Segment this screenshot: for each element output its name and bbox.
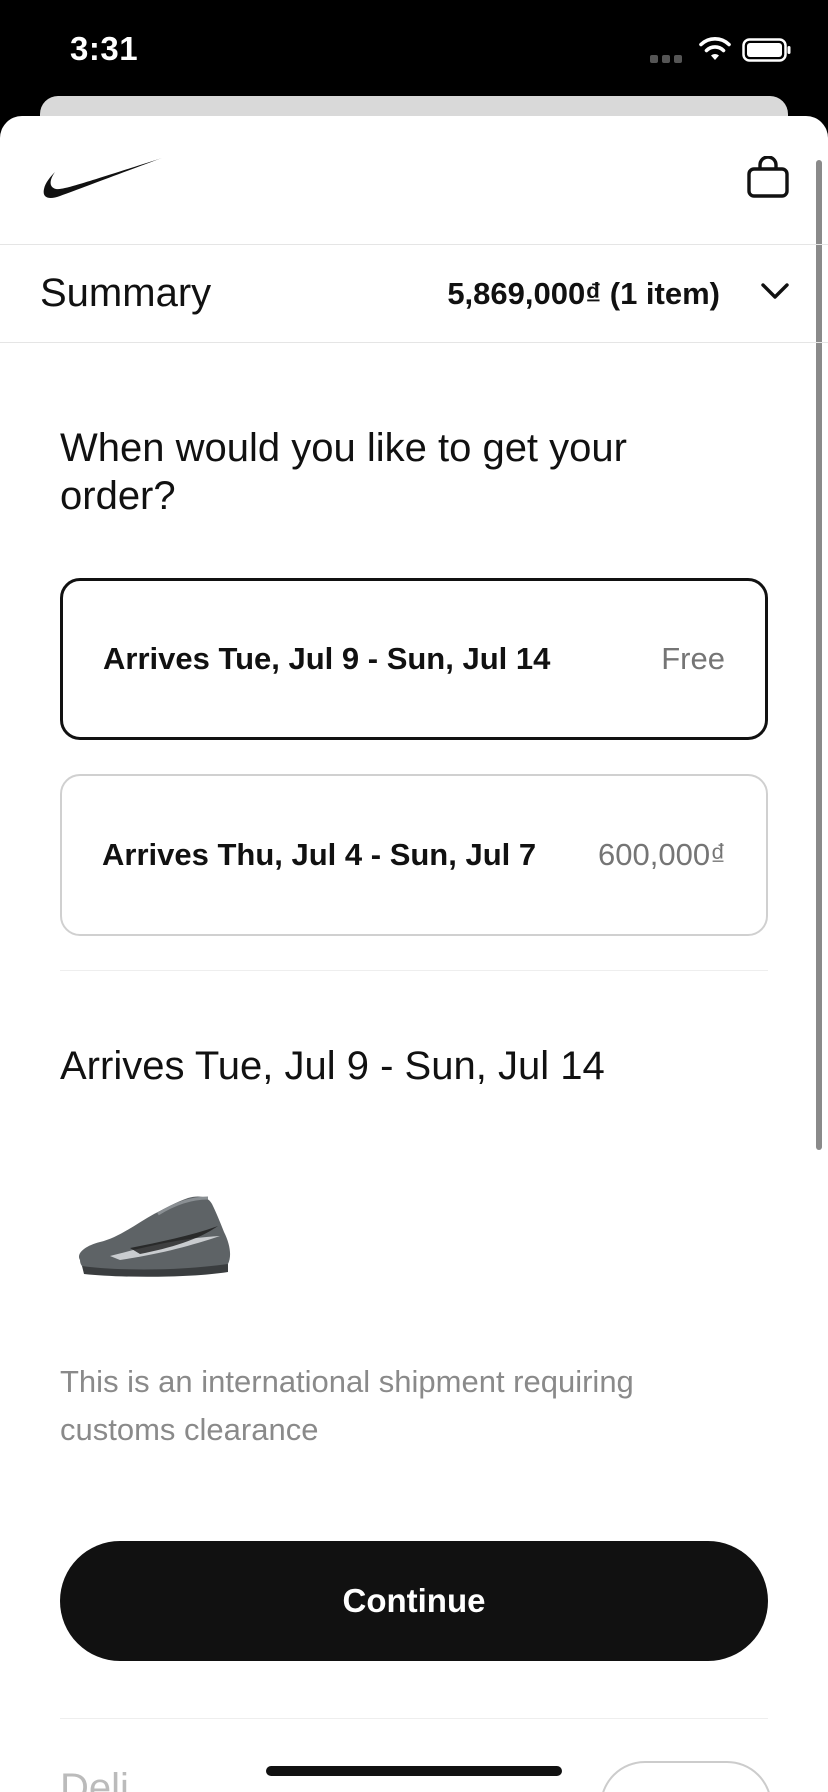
nav-header	[0, 116, 828, 245]
battery-icon	[742, 38, 791, 62]
status-bar: 3:31	[0, 0, 828, 100]
delivery-question: When would you like to get your order?	[60, 426, 627, 518]
continue-button[interactable]: Continue	[60, 1541, 768, 1661]
home-indicator[interactable]	[266, 1766, 562, 1776]
delivery-option-price: 600,000₫	[598, 837, 726, 872]
bag-icon[interactable]	[746, 156, 790, 200]
summary-title: Summary	[40, 271, 212, 315]
next-section-label: Deli	[60, 1766, 129, 1792]
selected-arrival-heading: Arrives Tue, Jul 9 - Sun, Jul 14	[60, 1044, 605, 1088]
customs-note: This is an international shipment requir…	[60, 1364, 634, 1447]
wifi-icon	[699, 37, 731, 60]
next-section-action[interactable]	[600, 1761, 772, 1792]
section-divider	[60, 970, 768, 971]
delivery-option-label: Arrives Tue, Jul 9 - Sun, Jul 14	[103, 641, 551, 676]
checkout-sheet: Summary 5,869,000₫ (1 item) When would y…	[0, 116, 828, 1792]
status-time: 3:31	[70, 30, 139, 67]
chevron-down-icon[interactable]	[760, 281, 790, 301]
delivery-option-standard[interactable]: Arrives Tue, Jul 9 - Sun, Jul 14 Free	[60, 578, 768, 740]
delivery-option-label: Arrives Thu, Jul 4 - Sun, Jul 7	[102, 837, 537, 872]
summary-total: 5,869,000₫ (1 item)	[447, 276, 720, 311]
delivery-option-price: Free	[661, 641, 725, 676]
delivery-option-express[interactable]: Arrives Thu, Jul 4 - Sun, Jul 7 600,000₫	[60, 774, 768, 936]
order-summary-toggle[interactable]: Summary 5,869,000₫ (1 item)	[0, 245, 828, 343]
product-shoe-image	[78, 1196, 231, 1277]
nike-swoosh-logo[interactable]	[42, 158, 164, 204]
signal-icon	[650, 50, 686, 68]
section-divider	[60, 1718, 768, 1719]
